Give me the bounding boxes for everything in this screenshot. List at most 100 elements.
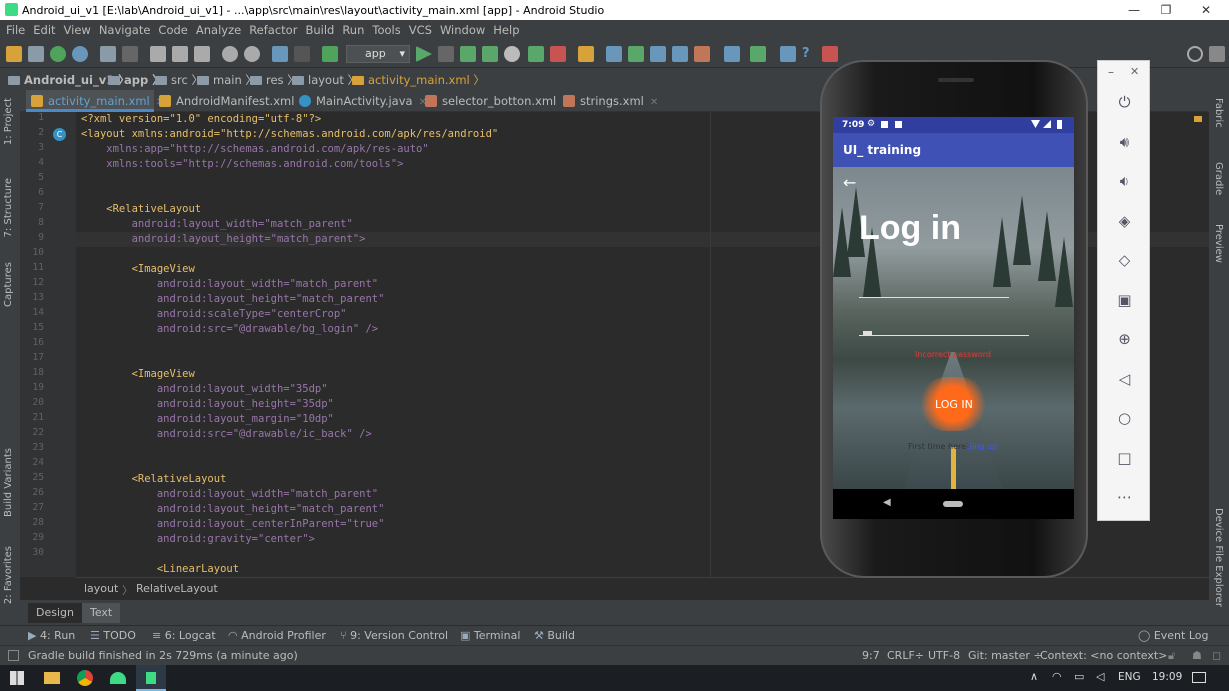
open-folder-icon[interactable] xyxy=(6,46,22,62)
menu-build[interactable]: Build xyxy=(305,20,334,40)
tool-gradle[interactable]: Gradle xyxy=(1213,162,1224,195)
paste-icon[interactable] xyxy=(194,46,210,62)
chrome-icon[interactable] xyxy=(77,670,93,686)
stop-icon[interactable] xyxy=(550,46,566,62)
coverage-icon[interactable] xyxy=(482,46,498,62)
tool-run[interactable]: ▶ 4: Run xyxy=(28,629,75,642)
power-icon[interactable]: ⏻ xyxy=(1098,92,1151,112)
git-branch[interactable]: Git: master ÷ xyxy=(968,649,1043,662)
layout-inspector-icon[interactable] xyxy=(780,46,796,62)
tool-terminal[interactable]: ▣ Terminal xyxy=(460,629,520,642)
tab-activity-main[interactable]: activity_main.xml✕ xyxy=(26,90,164,112)
undo-icon[interactable] xyxy=(100,46,116,62)
attach-debugger-icon[interactable] xyxy=(528,46,544,62)
vcs-history-icon[interactable] xyxy=(672,46,688,62)
menu-code[interactable]: Code xyxy=(158,20,187,40)
run-icon[interactable] xyxy=(416,46,432,62)
volume-icon[interactable]: ◁ xyxy=(1096,670,1104,683)
close-icon[interactable]: ✕ xyxy=(650,97,658,108)
close-window-button[interactable]: ✕ xyxy=(1183,0,1229,20)
tool-device-file-explorer[interactable]: Device File Explorer xyxy=(1213,508,1224,607)
menu-vcs[interactable]: VCS xyxy=(409,20,432,40)
context-indicator[interactable]: Context: <no context> xyxy=(1040,649,1167,662)
vcs-compare-icon[interactable] xyxy=(650,46,666,62)
file-encoding[interactable]: UTF-8 xyxy=(928,649,960,662)
tool-android-profiler[interactable]: ◠ Android Profiler xyxy=(228,629,326,642)
rotate-left-icon[interactable]: ◈ xyxy=(1098,211,1151,231)
chevron-up-icon[interactable]: ∧ xyxy=(1030,670,1038,683)
more-options-icon[interactable]: ⋯ xyxy=(1098,487,1151,507)
tool-event-log[interactable]: ◯ Event Log xyxy=(1138,629,1208,642)
tab-selector-botton[interactable]: selector_botton.xml✕ xyxy=(420,90,571,112)
language-indicator[interactable]: ENG xyxy=(1118,671,1141,683)
password-input[interactable] xyxy=(859,335,1029,336)
sdk-manager-icon[interactable] xyxy=(750,46,766,62)
file-explorer-icon[interactable] xyxy=(44,672,60,684)
menu-tools[interactable]: Tools xyxy=(372,20,400,40)
volume-up-icon[interactable]: 🔊︎ xyxy=(1098,132,1151,152)
vcs-update-icon[interactable] xyxy=(606,46,622,62)
back-icon[interactable] xyxy=(272,46,288,62)
lock-icon[interactable]: 🔓︎ xyxy=(1168,649,1175,663)
forward-icon[interactable] xyxy=(294,46,310,62)
project-structure-icon[interactable] xyxy=(578,46,594,62)
windows-start-icon[interactable] xyxy=(10,671,24,685)
device-monitor-icon[interactable] xyxy=(822,46,838,62)
emulator-screen[interactable]: 7:09 ⚙ UI_ training ← Log in Incorrect p… xyxy=(833,117,1074,519)
notifications-icon[interactable]: ◻ xyxy=(1212,649,1221,662)
run-config-select[interactable]: app ▾ xyxy=(346,45,410,63)
tool-favorites[interactable]: 2: Favorites xyxy=(3,546,14,604)
tab-android-manifest[interactable]: AndroidManifest.xml✕ xyxy=(154,90,309,112)
back-arrow-icon[interactable]: ← xyxy=(843,173,856,192)
clock[interactable]: 19:09 xyxy=(1152,671,1182,683)
line-separator[interactable]: CRLF÷ xyxy=(887,649,924,662)
home-icon[interactable]: ○ xyxy=(1098,408,1151,428)
login-button[interactable]: LOG IN xyxy=(919,377,987,431)
tool-build-variants[interactable]: Build Variants xyxy=(3,448,14,517)
breadcrumb-file[interactable]: activity_main.xml 〉 xyxy=(352,72,485,88)
breadcrumb-src[interactable]: src 〉 xyxy=(155,72,203,88)
cut-icon[interactable] xyxy=(150,46,166,62)
menu-run[interactable]: Run xyxy=(342,20,364,40)
sync-icon[interactable] xyxy=(50,46,66,62)
tool-logcat[interactable]: ≡ 6: Logcat xyxy=(152,629,216,642)
vcs-commit-icon[interactable] xyxy=(628,46,644,62)
minimize-emulator-icon[interactable]: – xyxy=(1108,65,1114,79)
menu-analyze[interactable]: Analyze xyxy=(196,20,241,40)
apply-changes-icon[interactable] xyxy=(438,46,454,62)
breadcrumb-layout[interactable]: layout 〉 xyxy=(292,72,359,88)
tool-structure[interactable]: 7: Structure xyxy=(3,178,14,237)
tool-version-control[interactable]: ⑂ 9: Version Control xyxy=(340,629,448,642)
vcs-revert-icon[interactable] xyxy=(694,46,710,62)
toggle-tool-windows-icon[interactable] xyxy=(8,650,19,661)
menu-view[interactable]: View xyxy=(64,20,91,40)
menu-window[interactable]: Window xyxy=(440,20,485,40)
tab-design[interactable]: Design xyxy=(28,603,82,623)
redo-icon[interactable] xyxy=(122,46,138,62)
close-emulator-icon[interactable]: ✕ xyxy=(1130,65,1139,78)
tab-strings[interactable]: strings.xml ✕ xyxy=(558,90,658,112)
menu-navigate[interactable]: Navigate xyxy=(99,20,151,40)
action-center-icon[interactable] xyxy=(1192,672,1206,683)
tool-project[interactable]: 1: Project xyxy=(3,98,14,145)
tool-build[interactable]: ⚒ Build xyxy=(534,629,575,642)
debug-icon[interactable] xyxy=(460,46,476,62)
inspector-icon[interactable]: ☗ xyxy=(1192,649,1202,662)
wifi-icon[interactable]: ◠ xyxy=(1052,670,1062,683)
tool-fabric[interactable]: Fabric xyxy=(1213,98,1224,128)
xml-path-relativelayout[interactable]: RelativeLayout xyxy=(136,582,218,595)
xml-path-layout[interactable]: layout xyxy=(84,582,118,595)
nav-back-icon[interactable]: ◀ xyxy=(883,497,891,508)
copy-icon[interactable] xyxy=(172,46,188,62)
search-icon[interactable] xyxy=(1187,46,1203,62)
screenshot-icon[interactable]: ▣ xyxy=(1098,290,1151,310)
profile-icon[interactable] xyxy=(504,46,520,62)
menu-help[interactable]: Help xyxy=(493,20,519,40)
find-icon[interactable] xyxy=(222,46,238,62)
tool-preview[interactable]: Preview xyxy=(1213,224,1224,263)
caret-position[interactable]: 9:7 xyxy=(862,649,880,662)
warning-marker-icon[interactable] xyxy=(1194,116,1202,122)
battery-icon[interactable]: ▭ xyxy=(1074,670,1084,683)
volume-down-icon[interactable]: 🔉︎ xyxy=(1098,171,1151,191)
nav-home-icon[interactable] xyxy=(943,501,963,507)
